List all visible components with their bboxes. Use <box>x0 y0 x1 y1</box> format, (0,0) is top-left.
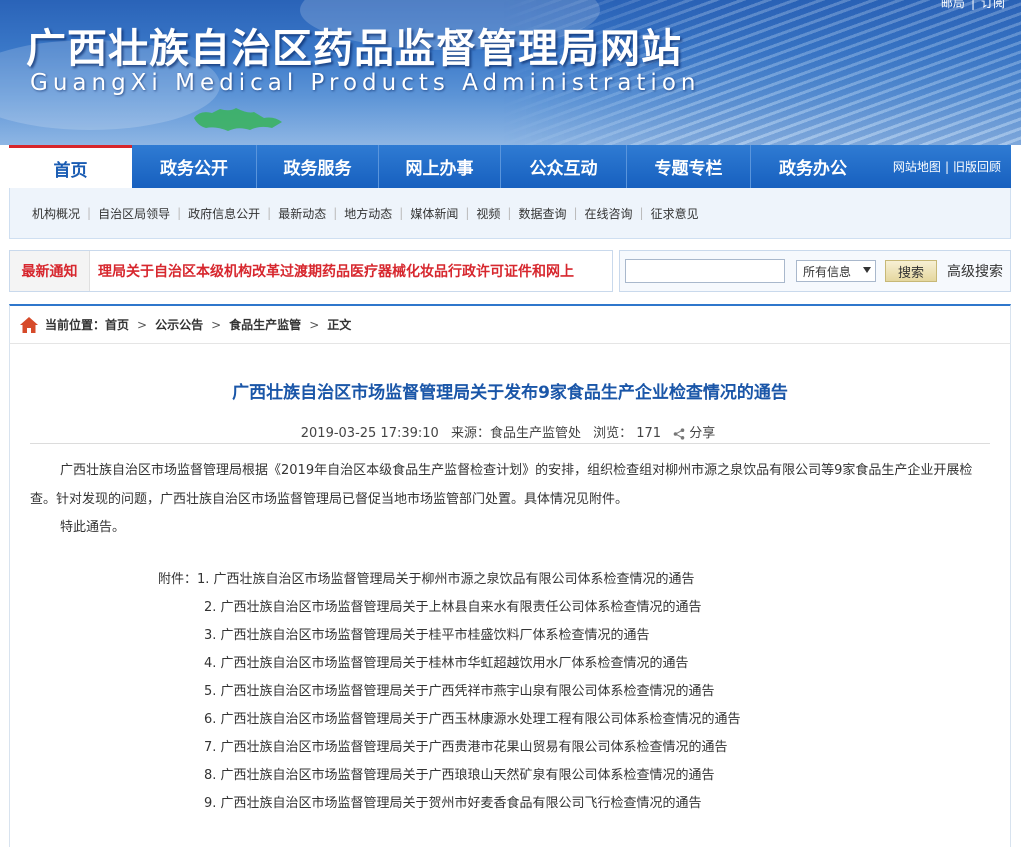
notice-label: 最新通知 <box>10 251 90 291</box>
subnav-item[interactable]: 政府信息公开 <box>188 205 260 222</box>
article-paragraph: 广西壮族自治区市场监督管理局根据《2019年自治区本级食品生产监督检查计划》的安… <box>30 463 973 507</box>
subnav-item[interactable]: 媒体新闻 <box>410 205 458 222</box>
attachment-label: 附件： <box>158 572 198 587</box>
attachment-link[interactable]: 8. 广西壮族自治区市场监督管理局关于广西琅琅山天然矿泉有限公司体系检查情况的通… <box>204 768 715 783</box>
breadcrumb-separator-icon: > <box>137 317 148 332</box>
subnav-separator: | <box>177 206 182 220</box>
subnav-separator: | <box>399 206 404 220</box>
attachment-link[interactable]: 1. 广西壮族自治区市场监督管理局关于柳州市源之泉饮品有限公司体系检查情况的通告 <box>197 572 695 587</box>
search-scope-select[interactable]: 所有信息 <box>796 260 876 282</box>
share-icon <box>673 427 685 440</box>
article-date: 2019-03-25 17:39:10 <box>300 426 439 441</box>
breadcrumb-home[interactable]: 首页 <box>105 316 129 333</box>
search-button[interactable]: 搜索 <box>885 260 937 282</box>
article-content: 广西壮族自治区市场监督管理局关于发布9家食品生产企业检查情况的通告 2019-0… <box>9 344 1011 847</box>
article-meta: 2019-03-25 17:39:10 来源：食品生产监管处 浏览： 171 分… <box>10 422 1010 441</box>
old-version-link[interactable]: 旧版回顾 <box>953 158 1001 175</box>
subnav-separator: | <box>507 206 512 220</box>
attachment-item: 9. 广西壮族自治区市场监督管理局关于贺州市好麦香食品有限公司飞行检查情况的通告 <box>158 790 741 818</box>
breadcrumb-announcements[interactable]: 公示公告 <box>155 316 203 333</box>
subnav-separator: | <box>639 206 644 220</box>
attachment-item: 4. 广西壮族自治区市场监督管理局关于桂林市华虹超越饮用水厂体系检查情况的通告 <box>158 650 741 678</box>
article-closing: 特此通告。 <box>60 520 126 535</box>
attachment-item: 2. 广西壮族自治区市场监督管理局关于上林县自来水有限责任公司体系检查情况的通告 <box>158 594 741 622</box>
chevron-down-icon <box>863 267 871 273</box>
site-title: 广西壮族自治区药品监督管理局网站 <box>26 26 682 72</box>
home-icon <box>20 316 38 333</box>
attachment-link[interactable]: 9. 广西壮族自治区市场监督管理局关于贺州市好麦香食品有限公司飞行检查情况的通告 <box>204 796 702 811</box>
article-source: 来源：食品生产监管处 <box>450 426 581 441</box>
subnav-separator: | <box>333 206 338 220</box>
article-views: 浏览： 171 <box>593 426 662 441</box>
share-label: 分享 <box>689 426 716 441</box>
main-nav: 首页 政务公开 政务服务 网上办事 公众互动 专题专栏 政务办公 网站地图 | … <box>9 145 1011 188</box>
attachment-item: 3. 广西壮族自治区市场监督管理局关于桂平市桂盛饮料厂体系检查情况的通告 <box>158 622 741 650</box>
site-title-english: GuangXi Medical Products Administration <box>30 70 701 96</box>
breadcrumb-separator-icon: > <box>211 317 222 332</box>
attachment-item: 8. 广西壮族自治区市场监督管理局关于广西琅琅山天然矿泉有限公司体系检查情况的通… <box>158 762 741 790</box>
guangxi-map-icon <box>194 108 282 131</box>
attachment-link[interactable]: 4. 广西壮族自治区市场监督管理局关于桂林市华虹超越饮用水厂体系检查情况的通告 <box>204 656 689 671</box>
attachment-item: 7. 广西壮族自治区市场监督管理局关于广西贵港市花果山贸易有限公司体系检查情况的… <box>158 734 741 762</box>
link-separator: | <box>944 159 949 174</box>
breadcrumb-current: 正文 <box>327 318 352 332</box>
subnav-item[interactable]: 地方动态 <box>344 205 392 222</box>
nav-item-office[interactable]: 政务办公 <box>751 145 875 188</box>
subnav-item[interactable]: 最新动态 <box>278 205 326 222</box>
subnav-separator: | <box>87 206 92 220</box>
breadcrumb-separator-icon: > <box>309 317 320 332</box>
subnav-item[interactable]: 机构概况 <box>32 205 80 222</box>
nav-item-interaction[interactable]: 公众互动 <box>501 145 627 188</box>
top-links: 邮局 | 订阅 <box>935 0 1005 11</box>
attachment-link[interactable]: 3. 广西壮族自治区市场监督管理局关于桂平市桂盛饮料厂体系检查情况的通告 <box>204 628 650 643</box>
search-input[interactable] <box>625 259 785 283</box>
subnav-item[interactable]: 自治区局领导 <box>98 205 170 222</box>
nav-item-topics[interactable]: 专题专栏 <box>627 145 751 188</box>
subnav-item[interactable]: 在线咨询 <box>585 205 633 222</box>
attachment-item: 6. 广西壮族自治区市场监督管理局关于广西玉林康源水处理工程有限公司体系检查情况… <box>158 706 741 734</box>
title-divider <box>30 443 990 444</box>
subnav-item[interactable]: 征求意见 <box>651 205 699 222</box>
notice-marquee-link[interactable]: 理局关于自治区本级机构改革过渡期药品医疗器械化妆品行政许可证件和网上 <box>90 261 574 281</box>
nav-item-home[interactable]: 首页 <box>9 145 132 188</box>
attachment-link[interactable]: 5. 广西壮族自治区市场监督管理局关于广西凭祥市燕宇山泉有限公司体系检查情况的通… <box>204 684 715 699</box>
share-button[interactable]: 分享 <box>673 426 719 441</box>
subnav-item[interactable]: 数据查询 <box>518 205 566 222</box>
sub-nav: 机构概况 | 自治区局领导 | 政府信息公开 | 最新动态 | 地方动态 | 媒体新闻 | … <box>9 188 1011 239</box>
search-scope-value: 所有信息 <box>803 264 852 279</box>
top-link-separator: | <box>970 0 975 10</box>
nav-item-gov-affairs[interactable]: 政务公开 <box>132 145 257 188</box>
attachment-item: 5. 广西壮族自治区市场监督管理局关于广西凭祥市燕宇山泉有限公司体系检查情况的通… <box>158 678 741 706</box>
subnav-separator: | <box>465 206 470 220</box>
subnav-separator: | <box>573 206 578 220</box>
latest-notice-bar: 最新通知 理局关于自治区本级机构改革过渡期药品医疗器械化妆品行政许可证件和网上 <box>9 250 613 292</box>
breadcrumb-food-production[interactable]: 食品生产监管 <box>229 316 301 333</box>
breadcrumb: 当前位置： 首页 > 公示公告 > 食品生产监管 > 正文 <box>9 304 1011 344</box>
nav-item-services[interactable]: 政务服务 <box>257 145 379 188</box>
nav-item-online[interactable]: 网上办事 <box>379 145 501 188</box>
attachment-link[interactable]: 7. 广西壮族自治区市场监督管理局关于广西贵港市花果山贸易有限公司体系检查情况的… <box>204 740 728 755</box>
nav-right-links: 网站地图 | 旧版回顾 <box>893 145 1011 188</box>
top-link-subscribe[interactable]: 订阅 <box>981 0 1005 10</box>
subnav-separator: | <box>267 206 272 220</box>
site-banner: 广西壮族自治区药品监督管理局网站 GuangXi Medical Product… <box>0 0 1021 145</box>
breadcrumb-label: 当前位置： <box>45 318 106 332</box>
attachment-item: 附件：1. 广西壮族自治区市场监督管理局关于柳州市源之泉饮品有限公司体系检查情况… <box>158 566 741 594</box>
top-link-mail[interactable]: 邮局 <box>941 0 965 10</box>
advanced-search-link[interactable]: 高级搜索 <box>947 261 1003 281</box>
sitemap-link[interactable]: 网站地图 <box>893 158 941 175</box>
attachment-list: 附件：1. 广西壮族自治区市场监督管理局关于柳州市源之泉饮品有限公司体系检查情况… <box>158 566 741 818</box>
article-title: 广西壮族自治区市场监督管理局关于发布9家食品生产企业检查情况的通告 <box>232 383 788 403</box>
subnav-item[interactable]: 视频 <box>476 205 500 222</box>
search-bar: 所有信息 搜索 高级搜索 <box>619 250 1011 292</box>
attachment-link[interactable]: 2. 广西壮族自治区市场监督管理局关于上林县自来水有限责任公司体系检查情况的通告 <box>204 600 702 615</box>
attachment-link[interactable]: 6. 广西壮族自治区市场监督管理局关于广西玉林康源水处理工程有限公司体系检查情况… <box>204 712 741 727</box>
